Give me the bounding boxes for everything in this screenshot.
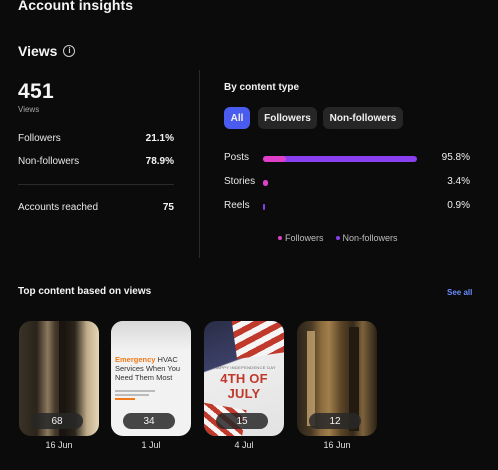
chip-non-followers[interactable]: Non-followers bbox=[323, 107, 403, 129]
top-content-item-1[interactable]: 68 bbox=[19, 321, 99, 436]
flag-stripes-shape bbox=[231, 321, 284, 359]
view-count-badge: 34 bbox=[123, 413, 175, 429]
legend-followers-dot bbox=[278, 236, 282, 240]
bar-value-reels: 0.9% bbox=[447, 200, 470, 211]
top-content-date-4: 16 Jun bbox=[323, 440, 351, 450]
view-count-badge: 15 bbox=[216, 413, 268, 429]
see-all-link[interactable]: See all bbox=[447, 288, 472, 297]
thumb-accent-line bbox=[115, 398, 135, 400]
info-icon[interactable]: i bbox=[63, 45, 76, 57]
bar-fill-nonfollowers-reels bbox=[263, 204, 265, 210]
total-views-caption: Views bbox=[18, 105, 40, 114]
legend-nonfollowers: Non-followers bbox=[335, 233, 398, 243]
top-content-item-4[interactable]: 12 bbox=[297, 321, 377, 436]
thumb-text-line bbox=[115, 390, 155, 392]
thumb-small-text: HAPPY INDEPENDENCE DAY bbox=[213, 365, 277, 370]
bar-row-posts: Posts 95.8% bbox=[224, 152, 470, 166]
bar-value-posts: 95.8% bbox=[441, 152, 470, 163]
content-type-title: By content type bbox=[224, 82, 300, 93]
followers-stat-row: Followers 21.1% bbox=[18, 133, 174, 144]
view-count-badge: 68 bbox=[31, 413, 83, 429]
bar-label-stories: Stories bbox=[224, 176, 256, 187]
wood-post-shape bbox=[307, 331, 315, 426]
accounts-reached-label: Accounts reached bbox=[18, 202, 99, 213]
legend-nonfollowers-label: Non-followers bbox=[342, 233, 398, 243]
top-content-item-2[interactable]: Emergency HVAC Services When You Need Th… bbox=[111, 321, 191, 436]
total-views-value: 451 bbox=[18, 80, 54, 103]
bar-label-posts: Posts bbox=[224, 152, 250, 163]
bar-row-stories: Stories 3.4% bbox=[224, 176, 470, 190]
accounts-reached-value: 75 bbox=[162, 202, 174, 213]
bar-legend: Followers Non-followers bbox=[278, 233, 398, 243]
thumb-headline: Emergency HVAC Services When You Need Th… bbox=[115, 355, 181, 382]
nonfollowers-label: Non-followers bbox=[18, 156, 80, 167]
view-count-badge: 12 bbox=[309, 413, 361, 429]
bar-track-posts bbox=[263, 156, 424, 162]
account-insights-page: Account insights Views i 451 Views Follo… bbox=[0, 0, 498, 470]
top-content-title: Top content based on views bbox=[18, 286, 152, 297]
chip-followers[interactable]: Followers bbox=[258, 107, 317, 129]
top-content-date-1: 16 Jun bbox=[45, 440, 73, 450]
thumb-text-line bbox=[115, 394, 149, 396]
thumb-headline: 4TH OF JULY bbox=[220, 371, 268, 401]
top-content-date-3: 4 Jul bbox=[234, 440, 254, 450]
followers-label: Followers bbox=[18, 133, 61, 144]
bar-track-stories bbox=[263, 180, 424, 186]
top-content-item-3[interactable]: HAPPY INDEPENDENCE DAY 4TH OF JULY 15 bbox=[204, 321, 284, 436]
bar-value-stories: 3.4% bbox=[447, 176, 470, 187]
nonfollowers-stat-row: Non-followers 78.9% bbox=[18, 156, 174, 167]
nonfollowers-value: 78.9% bbox=[145, 156, 174, 167]
stats-divider bbox=[18, 184, 174, 185]
followers-value: 21.1% bbox=[145, 133, 174, 144]
accounts-reached-row[interactable]: Accounts reached 75 bbox=[18, 202, 174, 213]
section-divider bbox=[199, 70, 200, 258]
bar-fill-nonfollowers-posts bbox=[263, 156, 418, 162]
bar-fill-followers-posts bbox=[263, 156, 286, 162]
legend-followers-label: Followers bbox=[285, 233, 324, 243]
bar-fill-followers-stories bbox=[263, 180, 269, 186]
views-section-title: Views i bbox=[18, 43, 76, 59]
bar-track-reels bbox=[263, 204, 424, 210]
legend-followers: Followers bbox=[278, 233, 324, 243]
bar-label-reels: Reels bbox=[224, 200, 250, 211]
legend-nonfollowers-dot bbox=[335, 236, 340, 240]
top-content-date-2: 1 Jul bbox=[141, 440, 161, 450]
thumb-header-shape bbox=[111, 321, 191, 351]
views-title-label: Views bbox=[18, 43, 58, 59]
chip-all[interactable]: All bbox=[224, 107, 250, 129]
page-title: Account insights bbox=[18, 0, 134, 13]
bar-row-reels: Reels 0.9% bbox=[224, 200, 470, 214]
